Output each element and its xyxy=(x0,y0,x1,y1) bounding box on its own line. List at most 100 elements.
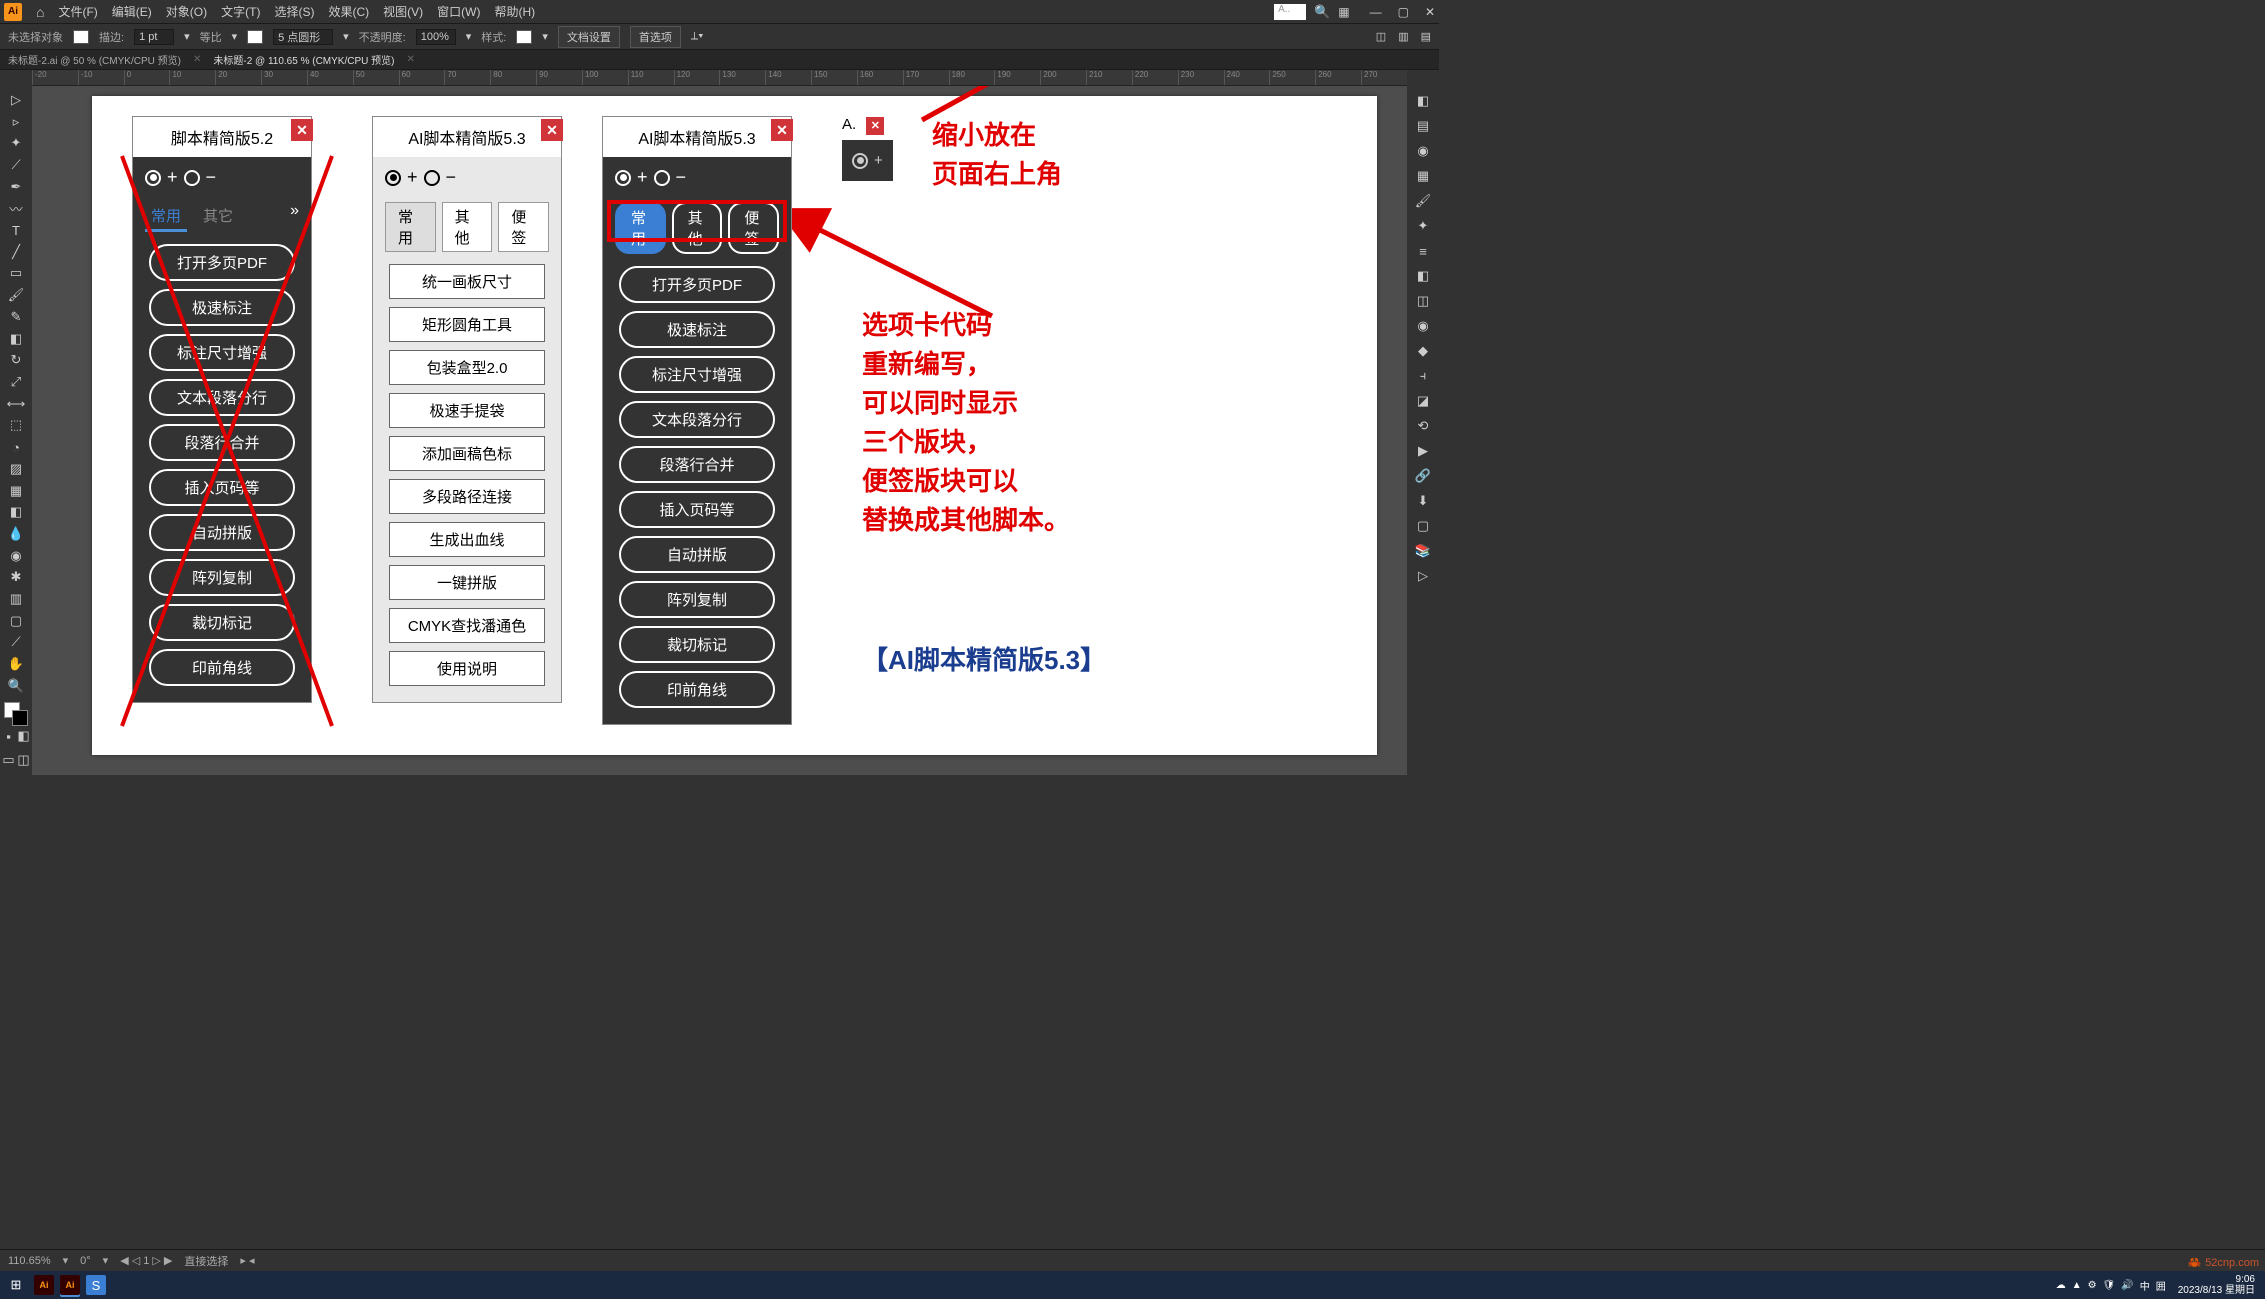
script-button[interactable]: 多段路径连接 xyxy=(389,479,545,514)
menu-file[interactable]: 文件(F) xyxy=(58,3,97,20)
radio-off-icon[interactable] xyxy=(654,170,670,186)
ime-icon[interactable]: 中 xyxy=(2140,1278,2150,1293)
lasso-tool[interactable]: ⟋ xyxy=(4,155,28,175)
draw-mode-icon[interactable]: ◫ xyxy=(17,749,31,771)
system-clock[interactable]: 9:06 2023/8/13 星期日 xyxy=(2172,1274,2261,1296)
menu-view[interactable]: 视图(V) xyxy=(383,3,423,20)
tray-icon[interactable]: ☁ xyxy=(2056,1280,2066,1291)
script-button[interactable]: 阵列复制 xyxy=(619,581,775,618)
swatches-icon[interactable]: ▦ xyxy=(1411,165,1435,187)
script-button[interactable]: 自动拼版 xyxy=(619,536,775,573)
doctab-1[interactable]: 未标题-2.ai @ 50 % (CMYK/CPU 预览) xyxy=(8,52,181,67)
script-button[interactable]: 印前角线 xyxy=(619,671,775,708)
zoom-tool[interactable]: 🔍 xyxy=(4,676,28,696)
symbols-icon[interactable]: ✦ xyxy=(1411,215,1435,237)
start-button[interactable]: ⊞ xyxy=(4,1274,28,1296)
style-swatch[interactable] xyxy=(516,30,532,44)
minimize-icon[interactable]: — xyxy=(1370,5,1382,19)
artboard-tool[interactable]: ▢ xyxy=(4,611,28,631)
script-button[interactable]: 一键拼版 xyxy=(389,565,545,600)
asset-export-icon[interactable]: ⬇ xyxy=(1411,490,1435,512)
tab-common[interactable]: 常用 xyxy=(615,202,666,254)
play-icon[interactable]: ▷ xyxy=(1411,565,1435,587)
hand-tool[interactable]: ✋ xyxy=(4,654,28,674)
free-transform-tool[interactable]: ⬚ xyxy=(4,416,28,436)
magic-wand-tool[interactable]: ✦ xyxy=(4,133,28,153)
brush-input[interactable] xyxy=(273,29,333,45)
gradient-tool[interactable]: ◧ xyxy=(4,502,28,522)
pathfinder-icon[interactable]: ◪ xyxy=(1411,390,1435,412)
radio-on-icon[interactable] xyxy=(385,170,401,186)
tray-icon[interactable]: ⚙ xyxy=(2088,1280,2097,1291)
tray-icon[interactable]: ▲ xyxy=(2072,1280,2082,1291)
tab-other[interactable]: 其他 xyxy=(672,202,723,254)
layers-icon[interactable]: ▤ xyxy=(1411,115,1435,137)
plus-icon[interactable]: + xyxy=(637,167,648,188)
script-button[interactable]: 标注尺寸增强 xyxy=(619,356,775,393)
brush-swatch[interactable] xyxy=(247,30,263,44)
brushes-icon[interactable]: 🖌 xyxy=(1411,190,1435,212)
plus-icon[interactable]: + xyxy=(407,167,418,188)
snap-icon[interactable]: ◫ xyxy=(1376,30,1386,43)
tab-common[interactable]: 常用 xyxy=(385,202,436,252)
ime-icon-2[interactable]: 囲 xyxy=(2156,1278,2166,1293)
menu-object[interactable]: 对象(O) xyxy=(166,3,207,20)
rotate-angle[interactable]: 0° xyxy=(80,1255,91,1267)
grid-icon[interactable]: ▥ xyxy=(1398,30,1408,43)
script-button[interactable]: 裁切标记 xyxy=(149,604,295,641)
menu-type[interactable]: 文字(T) xyxy=(221,3,260,20)
screen-mode-icon[interactable]: ▭ xyxy=(2,749,16,771)
minus-icon[interactable]: − xyxy=(446,167,457,188)
tab-notes[interactable]: 便签 xyxy=(498,202,549,252)
menu-select[interactable]: 选择(S) xyxy=(274,3,314,20)
symbol-sprayer-tool[interactable]: ✱ xyxy=(4,567,28,587)
radio-off-icon[interactable] xyxy=(424,170,440,186)
script-button[interactable]: 印前角线 xyxy=(149,649,295,686)
minus-icon[interactable]: − xyxy=(676,167,687,188)
prefs-button[interactable]: 首选项 xyxy=(630,26,681,48)
script-button[interactable]: 生成出血线 xyxy=(389,522,545,557)
eyedropper-tool[interactable]: 💧 xyxy=(4,524,28,544)
ai-taskbar-icon[interactable]: Ai xyxy=(34,1275,54,1295)
gradient-mode-icon[interactable]: ◧ xyxy=(17,725,31,747)
tab-other[interactable]: 其他 xyxy=(442,202,493,252)
maximize-icon[interactable]: ▢ xyxy=(1398,5,1409,19)
stroke-icon[interactable]: ≡ xyxy=(1411,240,1435,262)
script-button[interactable]: 矩形圆角工具 xyxy=(389,307,545,342)
rotate-tool[interactable]: ↻ xyxy=(4,350,28,370)
width-tool[interactable]: ⟷ xyxy=(4,394,28,414)
tab-notes[interactable]: 便签 xyxy=(728,202,779,254)
chevron-icon[interactable]: » xyxy=(290,202,299,232)
libraries-icon[interactable]: 📚 xyxy=(1411,540,1435,562)
fill-swatch[interactable] xyxy=(73,30,89,44)
script-button[interactable]: 阵列复制 xyxy=(149,559,295,596)
stroke-weight-input[interactable] xyxy=(134,29,174,45)
appearance-icon[interactable]: ◉ xyxy=(1411,315,1435,337)
script-button[interactable]: CMYK查找潘通色 xyxy=(389,608,545,643)
mesh-tool[interactable]: ▦ xyxy=(4,481,28,501)
blend-tool[interactable]: ◉ xyxy=(4,546,28,566)
shaper-tool[interactable]: ✎ xyxy=(4,307,28,327)
script-button[interactable]: 极速标注 xyxy=(619,311,775,348)
uniform-label[interactable]: 等比 xyxy=(200,29,222,45)
shape-builder-tool[interactable]: ◔ xyxy=(4,437,28,457)
type-tool[interactable]: T xyxy=(4,220,28,240)
tab-other[interactable]: 其它 xyxy=(193,202,243,232)
close-icon[interactable]: ✕ xyxy=(1425,5,1435,19)
script-button[interactable]: 插入页码等 xyxy=(149,469,295,506)
script-button[interactable]: 使用说明 xyxy=(389,651,545,686)
actions-icon[interactable]: ▶ xyxy=(1411,440,1435,462)
slice-tool[interactable]: ⟋ xyxy=(4,633,28,653)
graphic-styles-icon[interactable]: ◆ xyxy=(1411,340,1435,362)
opacity-input[interactable] xyxy=(416,29,456,45)
paintbrush-tool[interactable]: 🖌 xyxy=(4,285,28,305)
transparency-icon[interactable]: ◫ xyxy=(1411,290,1435,312)
minus-icon[interactable]: − xyxy=(206,167,217,188)
doctab-2[interactable]: 未标题-2 @ 110.65 % (CMYK/CPU 预览) xyxy=(213,52,394,67)
close-icon[interactable]: ✕ xyxy=(866,117,884,135)
zoom-level[interactable]: 110.65% xyxy=(8,1255,51,1267)
tab-common[interactable]: 常用 xyxy=(145,202,187,232)
menu-window[interactable]: 窗口(W) xyxy=(437,3,480,20)
script-button[interactable]: 段落行合并 xyxy=(149,424,295,461)
rectangle-tool[interactable]: ▭ xyxy=(4,264,28,284)
